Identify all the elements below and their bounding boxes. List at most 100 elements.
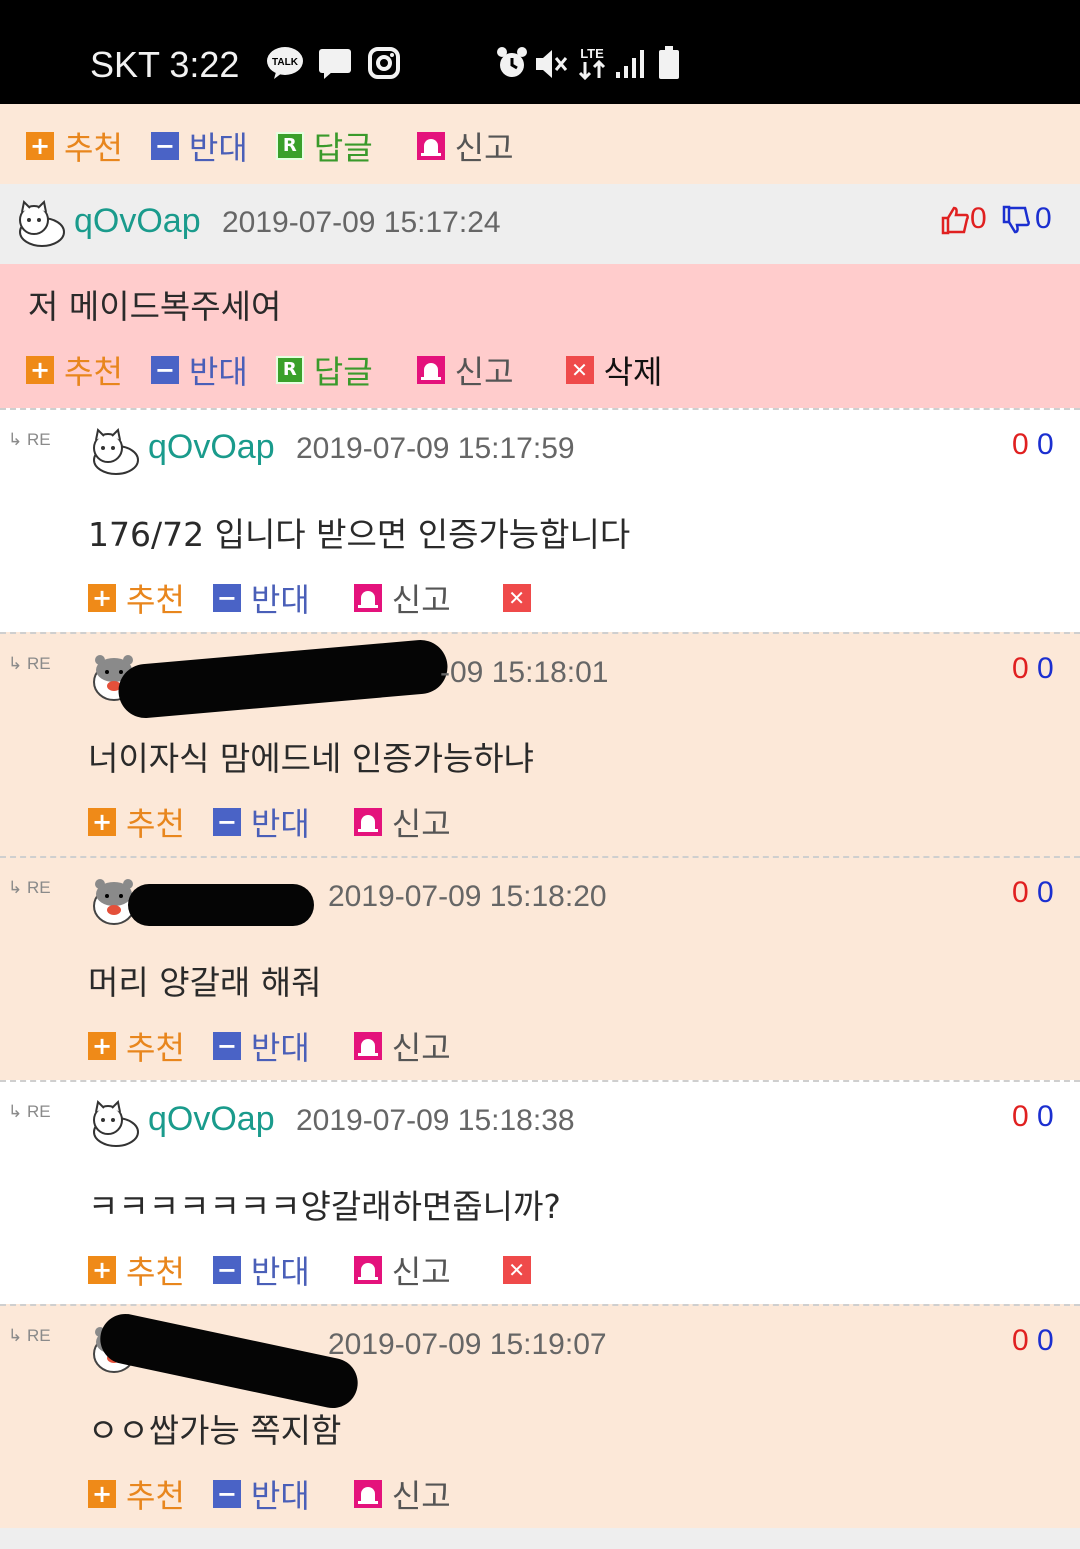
oppose-button[interactable]: − 반대 bbox=[212, 1471, 310, 1517]
reply-button[interactable]: R 답글 bbox=[275, 347, 373, 393]
siren-icon bbox=[353, 1480, 382, 1508]
oppose-button[interactable]: − 반대 bbox=[212, 799, 310, 845]
reply-date: -09 15:18:01 bbox=[440, 656, 609, 689]
main-comment-body: 저 메이드복주세여 + 추천 − 반대 R 답글 신고 ✕ 삭제 bbox=[0, 264, 1080, 408]
oppose-button[interactable]: − 반대 bbox=[150, 123, 248, 169]
thumbs-up-icon[interactable] bbox=[940, 205, 970, 235]
reply-arrow-icon: ↳ RE bbox=[8, 878, 51, 897]
reply-nickname[interactable]: qOvOap bbox=[148, 428, 275, 467]
reply-item: ↳ RE qOvOap 2019-07-09 15:17:59 0 0 176/… bbox=[0, 408, 1080, 632]
reply-arrow-icon: ↳ RE bbox=[8, 1326, 51, 1345]
recommend-button[interactable]: + 추천 bbox=[88, 575, 185, 621]
siren-icon bbox=[353, 808, 382, 836]
minus-icon: − bbox=[212, 1032, 241, 1060]
plus-icon: + bbox=[88, 1480, 116, 1508]
message-icon bbox=[319, 49, 351, 79]
oppose-button[interactable]: − 반대 bbox=[150, 347, 248, 393]
main-comment-text: 저 메이드복주세여 bbox=[28, 287, 282, 326]
reply-text: 너이자식 맘에드네 인증가능하냐 bbox=[88, 739, 535, 778]
minus-icon: − bbox=[150, 132, 179, 160]
siren-icon bbox=[353, 584, 382, 612]
delete-button[interactable]: ✕ 삭제 bbox=[565, 347, 662, 393]
recommend-button[interactable]: + 추천 bbox=[26, 347, 123, 393]
signal-icon bbox=[616, 50, 644, 78]
report-button[interactable]: 신고 bbox=[353, 1471, 451, 1517]
reply-icon: R bbox=[275, 356, 304, 384]
reply-button[interactable]: R 답글 bbox=[275, 123, 373, 169]
reply-date: 2019-07-09 15:19:07 bbox=[328, 1328, 607, 1361]
siren-icon bbox=[416, 132, 445, 160]
main-date: 2019-07-09 15:17:24 bbox=[222, 206, 501, 239]
recommend-button[interactable]: + 추천 bbox=[88, 1023, 185, 1069]
siren-icon bbox=[416, 356, 445, 384]
report-button[interactable]: 신고 bbox=[416, 123, 514, 169]
redaction-mark bbox=[116, 637, 450, 721]
reply-arrow-icon: ↳ RE bbox=[8, 654, 51, 673]
reply-item: ↳ RE 2019-07-09 15:19:07 0 0 ㅇㅇ쌉가능 쪽지함 +… bbox=[0, 1304, 1080, 1528]
reply-text: 176/72 입니다 받으면 인증가능합니다 bbox=[88, 515, 631, 554]
minus-icon: − bbox=[212, 808, 241, 836]
report-button[interactable]: 신고 bbox=[416, 347, 514, 393]
reply-arrow-icon: ↳ RE bbox=[8, 430, 51, 449]
redaction-mark bbox=[128, 884, 314, 926]
plus-icon: + bbox=[88, 1032, 116, 1060]
main-comment-header: qOvOap 2019-07-09 15:17:24 0 0 bbox=[0, 184, 1080, 264]
oppose-button[interactable]: − 반대 bbox=[212, 1023, 310, 1069]
reply-vote-counts: 0 0 bbox=[1012, 876, 1054, 909]
recommend-button[interactable]: + 추천 bbox=[88, 1471, 185, 1517]
recommend-button[interactable]: + 추천 bbox=[88, 799, 185, 845]
status-bar: SKT 3:22 TALK LTE bbox=[0, 0, 1080, 104]
thumbs-down-icon[interactable] bbox=[1001, 205, 1031, 235]
recommend-button[interactable]: + 추천 bbox=[88, 1247, 185, 1293]
main-nickname[interactable]: qOvOap bbox=[74, 202, 201, 241]
mute-icon bbox=[536, 50, 568, 78]
svg-text:LTE: LTE bbox=[580, 46, 604, 61]
siren-icon bbox=[353, 1256, 382, 1284]
oppose-button[interactable]: − 반대 bbox=[212, 575, 310, 621]
reply-vote-counts: 0 0 bbox=[1012, 1100, 1054, 1133]
close-icon: ✕ bbox=[502, 1256, 531, 1284]
plus-icon: + bbox=[88, 1256, 116, 1284]
minus-icon: − bbox=[212, 1256, 241, 1284]
reply-item: ↳ RE 2019-07-09 15:18:20 0 0 머리 양갈래 해줘 +… bbox=[0, 856, 1080, 1080]
plus-icon: + bbox=[26, 356, 54, 384]
reply-item: ↳ RE -09 15:18:01 0 0 너이자식 맘에드네 인증가능하냐 +… bbox=[0, 632, 1080, 856]
reply-date: 2019-07-09 15:17:59 bbox=[296, 432, 575, 465]
report-button[interactable]: 신고 bbox=[353, 799, 451, 845]
main-up-count: 0 bbox=[970, 202, 987, 235]
post-action-bar: + 추천 − 반대 R 답글 신고 bbox=[0, 104, 1080, 184]
reply-date: 2019-07-09 15:18:38 bbox=[296, 1104, 575, 1137]
report-button[interactable]: 신고 bbox=[353, 575, 451, 621]
recommend-button[interactable]: + 추천 bbox=[26, 123, 123, 169]
report-button[interactable]: 신고 bbox=[353, 1023, 451, 1069]
siren-icon bbox=[353, 1032, 382, 1060]
main-down-count: 0 bbox=[1035, 202, 1052, 235]
reply-nickname[interactable]: qOvOap bbox=[148, 1100, 275, 1139]
reply-icon: R bbox=[275, 132, 304, 160]
reply-vote-counts: 0 0 bbox=[1012, 652, 1054, 685]
minus-icon: − bbox=[212, 1480, 241, 1508]
alarm-icon bbox=[497, 47, 527, 77]
oppose-button[interactable]: − 반대 bbox=[212, 1247, 310, 1293]
cat-avatar-icon bbox=[93, 1099, 139, 1147]
minus-icon: − bbox=[150, 356, 179, 384]
reply-text: ㅋㅋㅋㅋㅋㅋㅋ양갈래하면줍니까? bbox=[88, 1187, 561, 1226]
report-button[interactable]: 신고 bbox=[353, 1247, 451, 1293]
delete-button[interactable]: ✕ bbox=[502, 1256, 541, 1284]
reply-text: ㅇㅇ쌉가능 쪽지함 bbox=[88, 1411, 342, 1450]
minus-icon: − bbox=[212, 584, 241, 612]
plus-icon: + bbox=[26, 132, 54, 160]
reply-date: 2019-07-09 15:18:20 bbox=[328, 880, 607, 913]
carrier-time: SKT 3:22 bbox=[90, 44, 240, 85]
battery-icon bbox=[659, 46, 679, 79]
next-comment-edge bbox=[0, 1528, 1080, 1549]
reply-vote-counts: 0 0 bbox=[1012, 1324, 1054, 1357]
plus-icon: + bbox=[88, 584, 116, 612]
main-vote-counts: 0 0 bbox=[940, 202, 1052, 236]
reply-arrow-icon: ↳ RE bbox=[8, 1102, 51, 1121]
close-icon: ✕ bbox=[502, 584, 531, 612]
close-icon: ✕ bbox=[565, 356, 594, 384]
delete-button[interactable]: ✕ bbox=[502, 584, 541, 612]
reply-item: ↳ RE qOvOap 2019-07-09 15:18:38 0 0 ㅋㅋㅋㅋ… bbox=[0, 1080, 1080, 1304]
redaction-mark bbox=[95, 1309, 363, 1413]
